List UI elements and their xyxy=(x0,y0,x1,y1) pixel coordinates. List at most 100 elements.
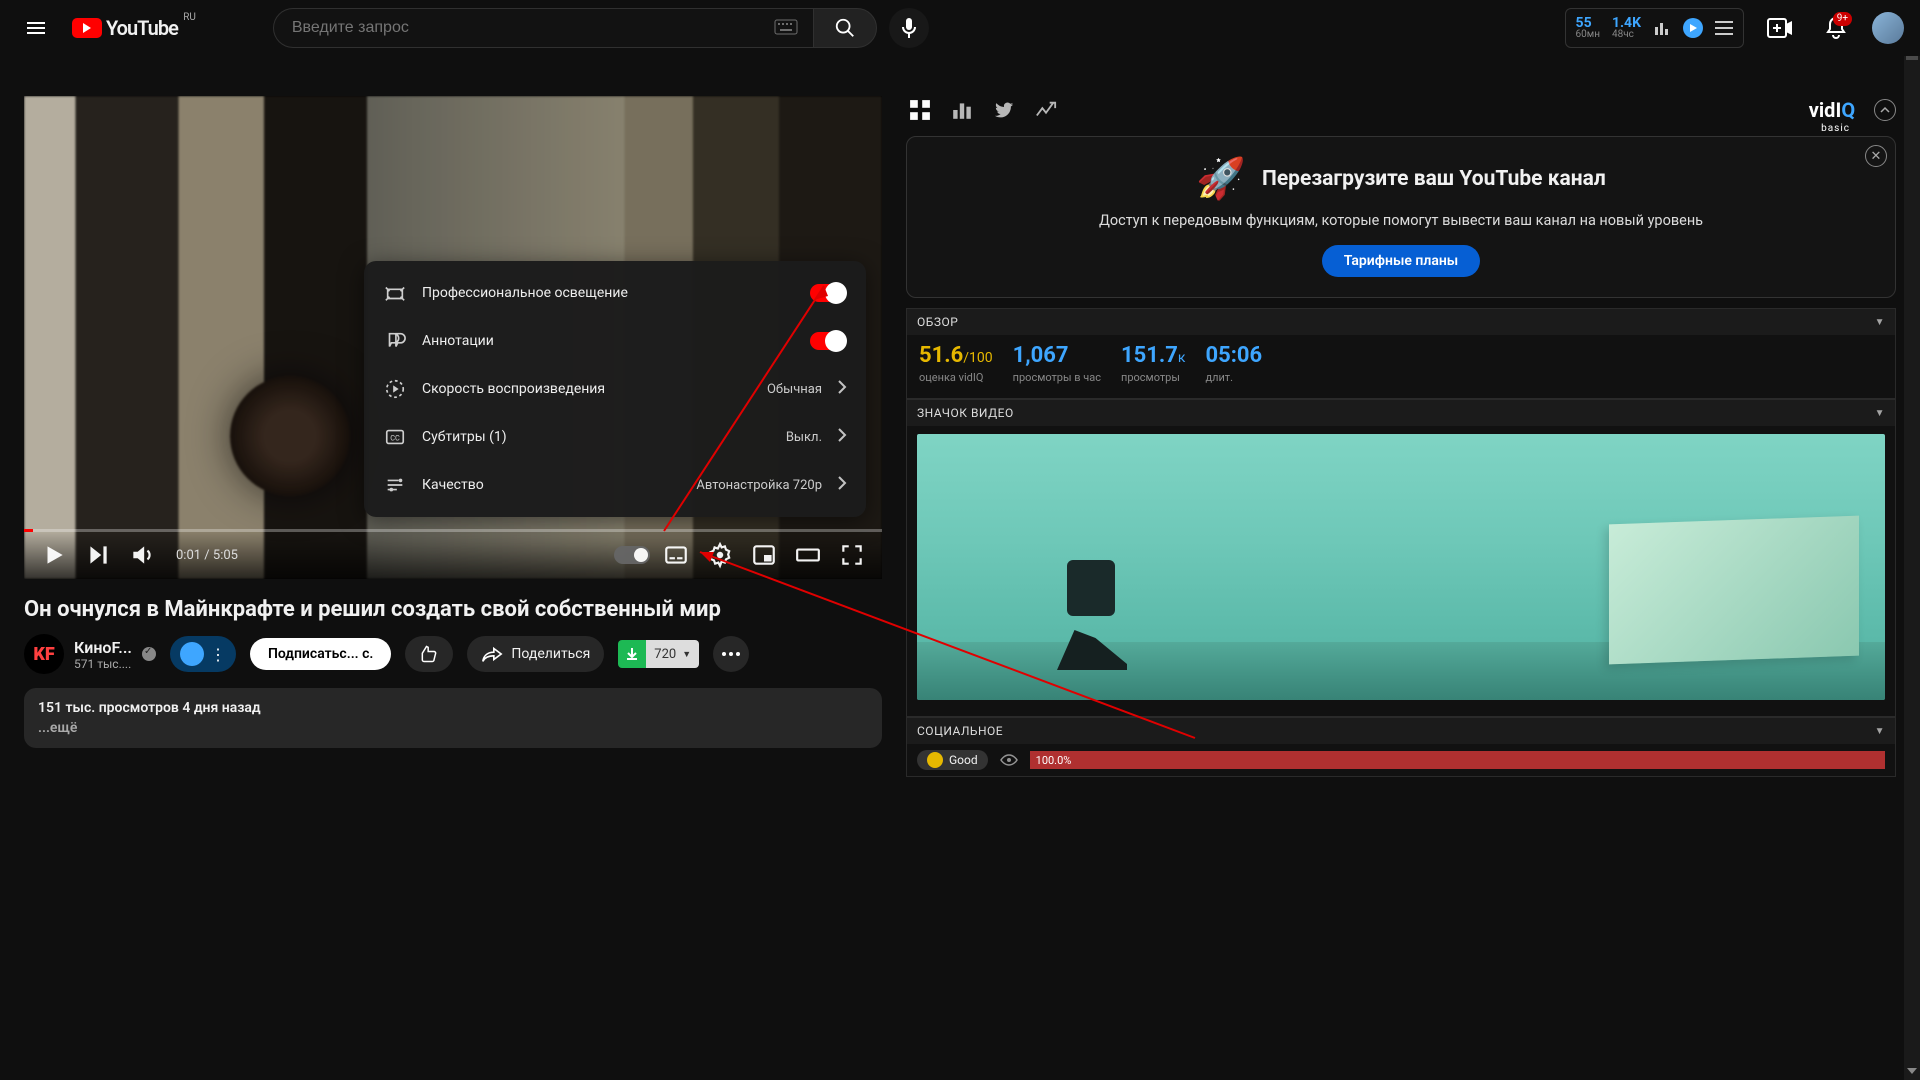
stat-value: 151.7к xyxy=(1121,345,1185,367)
tab-twitter[interactable] xyxy=(990,96,1018,124)
account-avatar[interactable] xyxy=(1872,12,1904,44)
logo-text: YouTube xyxy=(106,16,178,40)
settings-label: Скорость воспроизведения xyxy=(422,381,751,397)
tab-trending[interactable] xyxy=(1032,96,1060,124)
tab-grid[interactable] xyxy=(906,96,934,124)
vidiq-stat-1: 55 xyxy=(1576,16,1600,30)
settings-row-speed[interactable]: Скорость воспроизведения Обычная xyxy=(364,365,866,413)
search-icon xyxy=(834,17,856,39)
search-button[interactable] xyxy=(813,8,877,48)
dislike-button[interactable] xyxy=(405,636,453,672)
share-button[interactable]: Поделиться xyxy=(467,636,604,672)
video-title: Он очнулся в Майнкрафте и решил создать … xyxy=(24,597,882,622)
subscribe-label: Подписатьс... с. xyxy=(268,646,373,662)
fullscreen-button[interactable] xyxy=(834,537,870,573)
hamburger-icon xyxy=(24,16,48,40)
promo-cta-button[interactable]: Тарифные планы xyxy=(1322,245,1480,277)
description-box[interactable]: 151 тыс. просмотров 4 дня назад ...ещё xyxy=(24,688,882,748)
settings-value: Выкл. xyxy=(786,430,822,445)
channel-block[interactable]: KF КиноF... 571 тыс.... xyxy=(24,634,156,674)
subtitles-button[interactable] xyxy=(658,537,694,573)
voice-search-button[interactable] xyxy=(889,8,929,48)
settings-value: Обычная xyxy=(767,382,822,397)
stat-label: длит. xyxy=(1205,371,1262,384)
social-panel: СОЦИАЛЬНОЕ▼ Good 100.0% xyxy=(906,717,1896,777)
youtube-logo[interactable]: YouTube RU xyxy=(72,16,178,40)
video-thumbnail[interactable] xyxy=(917,434,1885,700)
search-input[interactable] xyxy=(290,18,775,38)
miniplayer-button[interactable] xyxy=(746,537,782,573)
more-actions-button[interactable] xyxy=(713,636,749,672)
more-lines-icon xyxy=(1715,21,1733,35)
theater-button[interactable] xyxy=(790,537,826,573)
subscribe-button[interactable]: Подписатьс... с. xyxy=(250,638,391,670)
lighting-icon xyxy=(384,282,406,304)
next-button[interactable] xyxy=(80,537,116,573)
right-column: vidIQbasic ✕ 🚀 Перезагрузите ваш YouTube… xyxy=(906,96,1896,1056)
chevron-right-icon xyxy=(838,380,846,398)
overview-header[interactable]: ОБЗОР▼ xyxy=(907,309,1895,335)
keyboard-icon[interactable] xyxy=(775,19,797,38)
channel-avatar[interactable]: KF xyxy=(24,634,64,674)
video-meta: 151 тыс. просмотров 4 дня назад xyxy=(38,700,868,716)
thumbnail-header[interactable]: ЗНАЧОК ВИДЕО▼ xyxy=(907,400,1895,426)
thumb-down-icon xyxy=(419,644,439,664)
settings-label: Субтитры (1) xyxy=(422,429,770,445)
rocket-icon: 🚀 xyxy=(1196,155,1246,202)
promo-card: ✕ 🚀 Перезагрузите ваш YouTube канал Дост… xyxy=(906,136,1896,298)
stat-value: 51.6/100 xyxy=(919,345,993,367)
volume-button[interactable] xyxy=(124,537,160,573)
settings-row-lighting[interactable]: Профессиональное освещение xyxy=(364,269,866,317)
trending-icon xyxy=(1035,99,1057,121)
vidiq-stat-1-sub: 60мн xyxy=(1576,30,1600,40)
settings-label: Профессиональное освещение xyxy=(422,285,794,301)
settings-row-cc[interactable]: CC Субтитры (1) Выкл. xyxy=(364,413,866,461)
cc-icon: CC xyxy=(384,426,406,448)
settings-button[interactable] xyxy=(702,537,738,573)
overview-panel: ОБЗОР▼ 51.6/100оценка vidIQ1,067просмотр… xyxy=(906,308,1896,399)
left-column: Профессиональное освещениеАннотацииСкоро… xyxy=(24,96,882,1056)
search-box[interactable] xyxy=(273,8,813,48)
vidiq-logo[interactable]: vidIQbasic xyxy=(1809,98,1850,122)
settings-row-quality[interactable]: КачествоАвтонастройка 720p xyxy=(364,461,866,509)
quality-icon xyxy=(384,474,406,496)
channel-name[interactable]: КиноF... xyxy=(74,638,132,657)
player-controls: 0:01 / 5:05 xyxy=(24,531,882,579)
play-button[interactable] xyxy=(36,537,72,573)
settings-toggle[interactable] xyxy=(810,284,846,302)
mic-icon xyxy=(900,17,918,39)
tab-stats[interactable] xyxy=(948,96,976,124)
smile-icon xyxy=(927,752,943,768)
overview-stat: 05:06 длит. xyxy=(1205,345,1262,384)
overview-stat: 1,067просмотры в час xyxy=(1013,345,1101,384)
settings-toggle[interactable] xyxy=(810,332,846,350)
settings-label: Качество xyxy=(422,477,680,493)
twitter-icon xyxy=(993,99,1015,121)
eye-icon xyxy=(1000,751,1018,770)
collapse-panel-button[interactable] xyxy=(1874,99,1896,121)
settings-row-annotations[interactable]: Аннотации xyxy=(364,317,866,365)
stat-value: 05:06 xyxy=(1205,345,1262,367)
vidiq-stats-chip[interactable]: 55 60мн 1.4K 48чс xyxy=(1565,8,1744,48)
social-header[interactable]: СОЦИАЛЬНОЕ▼ xyxy=(907,718,1895,744)
download-chip[interactable]: 720 ▼ xyxy=(618,640,699,668)
notification-count: 9+ xyxy=(1833,12,1852,26)
settings-menu: Профессиональное освещениеАннотацииСкоро… xyxy=(364,261,866,517)
autoplay-toggle[interactable] xyxy=(614,537,650,573)
time-current: 0:01 xyxy=(176,548,201,563)
gear-icon xyxy=(707,542,733,568)
create-button[interactable] xyxy=(1760,8,1800,48)
extension-pill[interactable]: ⋮ xyxy=(170,636,236,672)
video-player[interactable]: Профессиональное освещениеАннотацииСкоро… xyxy=(24,96,882,579)
share-label: Поделиться xyxy=(511,646,590,662)
overview-stat: 151.7кпросмотры xyxy=(1121,345,1185,384)
vidiq-stat-2: 1.4K xyxy=(1612,16,1641,30)
promo-close-button[interactable]: ✕ xyxy=(1865,145,1887,167)
menu-button[interactable] xyxy=(16,8,56,48)
notifications-button[interactable]: 9+ xyxy=(1816,8,1856,48)
expand-description[interactable]: ...ещё xyxy=(38,720,868,736)
share-icon xyxy=(481,644,503,664)
time-display: 0:01 / 5:05 xyxy=(176,548,238,563)
topbar: YouTube RU 55 60мн 1.4K 48чс xyxy=(0,0,1920,56)
thumbnail-panel: ЗНАЧОК ВИДЕО▼ xyxy=(906,399,1896,717)
